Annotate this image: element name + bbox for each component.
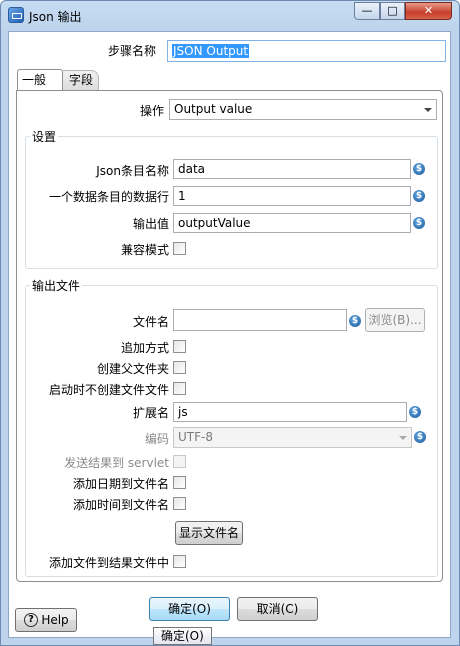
step-name-label: 步骤名称 [108,44,157,58]
step-name-value: JSON Output [172,44,250,58]
settings-group-title: 设置 [30,128,59,145]
output-value-input[interactable]: outputValue [173,213,411,233]
compat-mode-checkbox[interactable] [173,242,186,255]
rows-per-block-label: 一个数据条目的数据行 [48,190,169,204]
title-bar[interactable]: Json 输出 — □ ✕ [1,1,459,31]
add-to-result-checkbox[interactable] [173,555,186,568]
tab-general[interactable]: 一般 [17,69,63,91]
add-date-label: 添加日期到文件名 [72,477,169,491]
chevron-down-icon[interactable] [419,100,436,119]
add-time-checkbox[interactable] [173,497,186,510]
json-block-name-label: Json条目名称 [96,164,169,178]
minimize-button[interactable]: — [354,2,380,20]
variable-dollar-icon: $ [409,406,421,418]
variable-dollar-icon: $ [414,431,426,443]
send-to-servlet-label: 发送结果到 servlet [64,456,169,470]
encoding-value: UTF-8 [178,430,213,444]
show-filename-button[interactable]: 显示文件名 [175,521,243,545]
tab-fields[interactable]: 字段 [63,70,99,90]
cancel-button[interactable]: 取消(C) [237,597,318,621]
output-value-label: 输出值 [132,217,169,231]
help-button-label: Help [41,613,69,627]
help-question-icon: ? [24,613,38,627]
variable-dollar-icon: $ [413,217,425,229]
browse-button[interactable]: 浏览(B)... [365,308,425,332]
encoding-label: 编码 [144,432,169,446]
extension-input[interactable]: js [173,402,407,422]
send-to-servlet-checkbox[interactable] [173,455,186,468]
compat-mode-label: 兼容模式 [120,243,169,257]
output-file-group-title: 输出文件 [30,277,83,294]
encoding-select[interactable]: UTF-8 [173,427,412,448]
operation-label: 操作 [140,104,165,118]
filename-input[interactable] [173,309,347,331]
step-name-input[interactable]: JSON Output [167,40,446,62]
add-date-checkbox[interactable] [173,476,186,489]
rows-per-block-input[interactable]: 1 [173,186,411,206]
chevron-down-icon[interactable] [394,428,411,447]
operation-value: Output value [174,102,253,116]
close-button[interactable]: ✕ [405,2,452,20]
window-title: Json 输出 [29,10,82,24]
create-parent-folder-checkbox[interactable] [173,361,186,374]
no-create-on-start-checkbox[interactable] [173,382,186,395]
no-create-on-start-label: 启动时不创建文件文件 [48,383,169,397]
extension-label: 扩展名 [132,406,169,420]
general-tab-panel: 操作 Output value 设置 Json条目名称 data $ 一个数据条… [16,90,443,582]
ok-button[interactable]: 确定(O) [149,597,230,621]
ok-tooltip: 确定(O) [153,627,212,645]
variable-dollar-icon: $ [413,163,425,175]
dialog-body: 步骤名称 JSON Output 一般 字段 操作 Output value 设… [8,31,451,645]
maximize-button[interactable]: □ [380,2,405,20]
create-parent-folder-label: 创建父文件夹 [96,362,169,376]
append-checkbox[interactable] [173,340,186,353]
append-label: 追加方式 [120,341,169,355]
json-block-name-input[interactable]: data [173,159,411,179]
variable-dollar-icon: $ [413,190,425,202]
filename-label: 文件名 [132,315,169,329]
add-to-result-label: 添加文件到结果文件中 [48,556,169,570]
dialog-window: Json 输出 — □ ✕ 步骤名称 JSON Output 一般 字段 操作 … [0,0,460,646]
operation-select[interactable]: Output value [169,99,437,120]
variable-dollar-icon: $ [349,315,361,327]
add-time-label: 添加时间到文件名 [72,498,169,512]
help-button[interactable]: ? Help [15,608,77,632]
json-output-step-icon [8,7,24,23]
